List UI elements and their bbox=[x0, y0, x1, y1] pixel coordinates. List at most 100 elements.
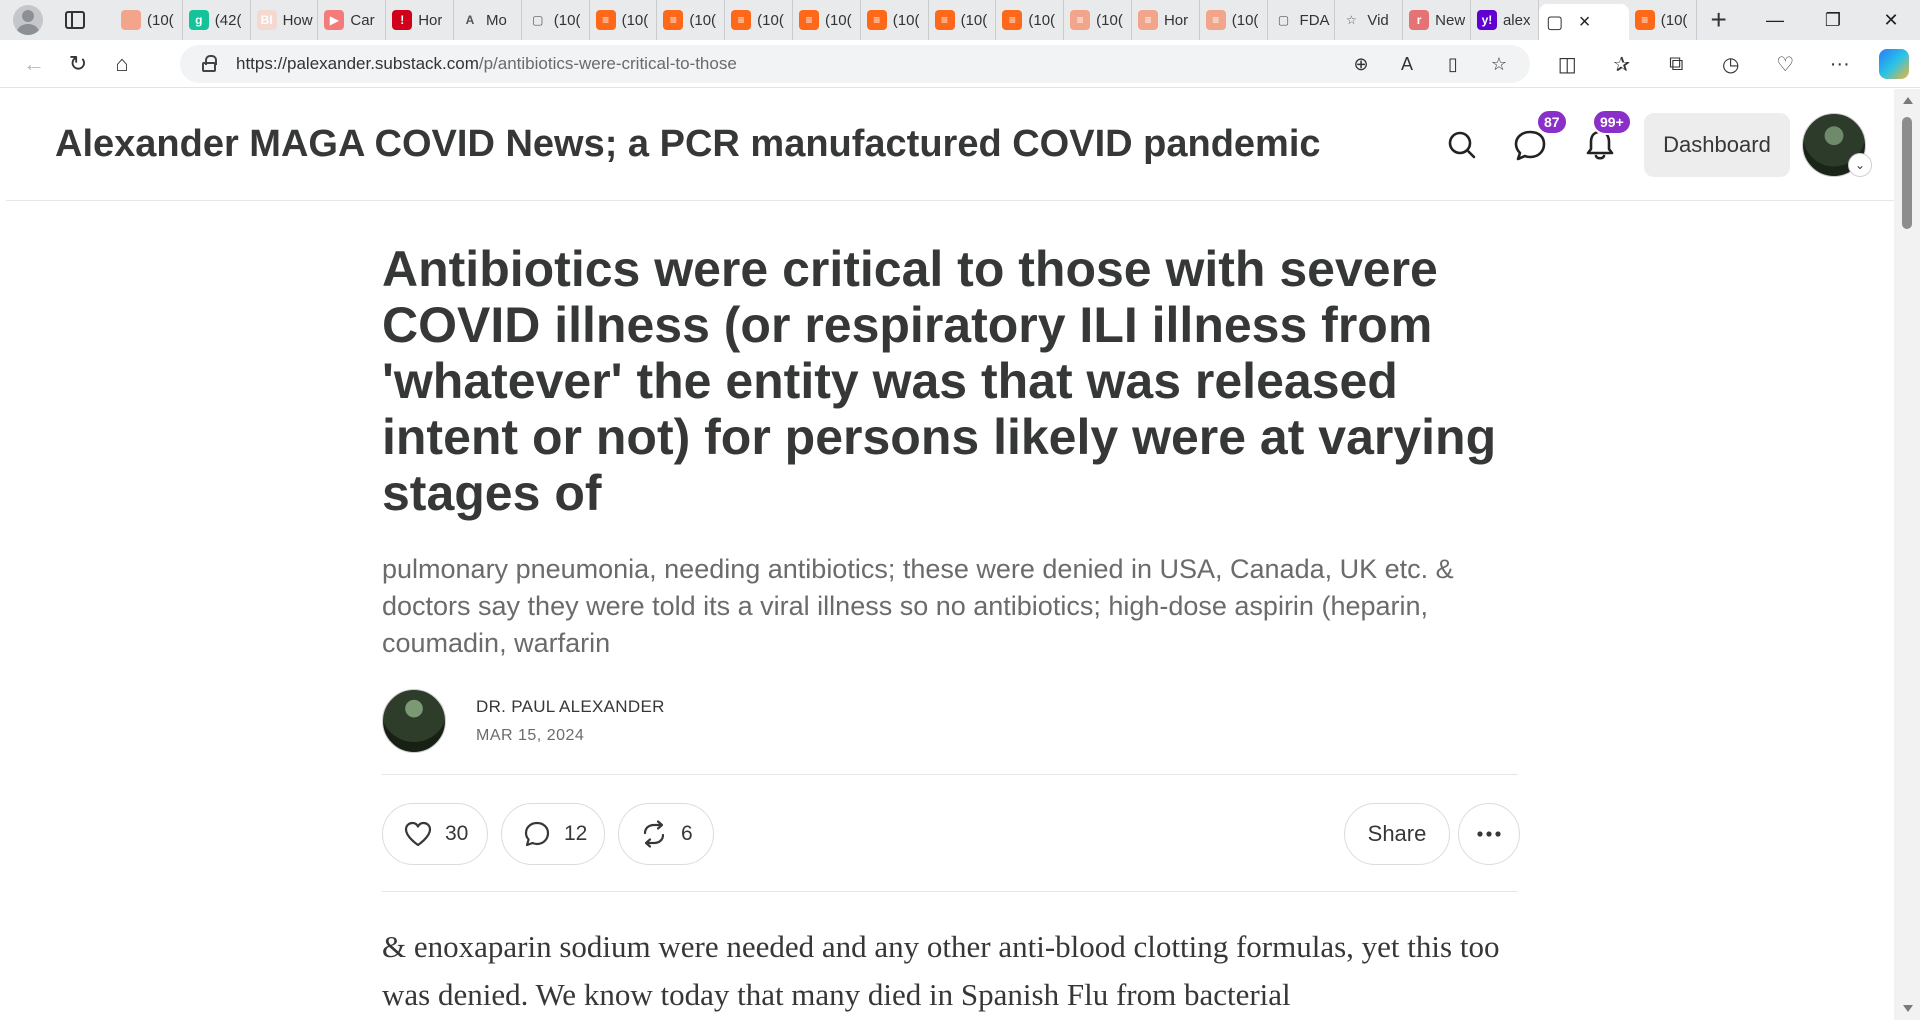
tab-label: FDA bbox=[1299, 11, 1330, 29]
browser-tab[interactable]: (10( bbox=[115, 0, 183, 40]
browser-tab[interactable]: ▢ FDA bbox=[1268, 0, 1336, 40]
tab-label: (10( bbox=[621, 11, 649, 29]
browser-tab[interactable]: ≡ (10( bbox=[861, 0, 929, 40]
comment-button[interactable]: 12 bbox=[501, 803, 605, 865]
tab-favicon-icon: ≡ bbox=[798, 10, 819, 30]
tab-favicon-icon: ≡ bbox=[1137, 10, 1158, 30]
favorite-star-icon[interactable]: ☆ bbox=[1486, 51, 1512, 77]
browser-tab[interactable]: ≡ Hor bbox=[1132, 0, 1200, 40]
browser-tab[interactable]: r New bbox=[1403, 0, 1471, 40]
like-count: 30 bbox=[445, 822, 469, 845]
tab-favicon-icon: ≡ bbox=[731, 10, 752, 30]
browser-tab[interactable]: ≡ (10( bbox=[996, 0, 1065, 40]
tab-favicon-icon bbox=[121, 10, 141, 30]
browser-tab[interactable]: A Mo bbox=[454, 0, 522, 40]
favorites-icon[interactable]: ✰ bbox=[1595, 44, 1650, 84]
url-path: /p/antibiotics-were-critical-to-those bbox=[478, 54, 737, 73]
page-content: Alexander MAGA COVID News; a PCR manufac… bbox=[6, 89, 1894, 1020]
browser-tab[interactable]: y! alex bbox=[1471, 0, 1539, 40]
tab-label: Vid bbox=[1367, 11, 1389, 29]
restore-icon[interactable]: ❐ bbox=[1804, 0, 1862, 40]
tab-favicon-icon: ≡ bbox=[1205, 10, 1226, 30]
url-input[interactable]: https://palexander.substack.com/p/antibi… bbox=[180, 45, 1530, 83]
refresh-icon[interactable]: ↻ bbox=[56, 44, 100, 84]
url-host: https://palexander.substack.com bbox=[236, 54, 479, 73]
tab-label: (10( bbox=[553, 11, 581, 29]
author-name[interactable]: DR. PAUL ALEXANDER bbox=[476, 697, 665, 717]
tab-label: (10( bbox=[892, 11, 920, 29]
share-button[interactable]: Share bbox=[1344, 803, 1450, 865]
browser-tab[interactable]: ≡ (10( bbox=[725, 0, 793, 40]
history-icon[interactable]: ◷ bbox=[1704, 44, 1759, 84]
site-title[interactable]: Alexander MAGA COVID News; a PCR manufac… bbox=[55, 123, 1321, 166]
browser-tab[interactable]: ≡ (10( bbox=[590, 0, 658, 40]
url-text: https://palexander.substack.com/p/antibi… bbox=[236, 54, 737, 74]
address-bar: ← ↻ ⌂ https://palexander.substack.com/p/… bbox=[0, 40, 1920, 88]
home-icon[interactable]: ⌂ bbox=[100, 44, 144, 84]
profile-icon[interactable] bbox=[13, 5, 43, 35]
performance-icon[interactable]: ♡ bbox=[1758, 44, 1813, 84]
tab-label: (42( bbox=[214, 11, 242, 29]
close-tab-icon[interactable]: × bbox=[1579, 11, 1591, 34]
tab-actions-icon[interactable] bbox=[65, 11, 85, 29]
scroll-up-icon[interactable] bbox=[1903, 97, 1913, 104]
browser-tab[interactable]: ≡ (10( bbox=[1064, 0, 1132, 40]
back-icon[interactable]: ← bbox=[12, 44, 56, 84]
tab-favicon-icon: ≡ bbox=[595, 10, 616, 30]
tab-bar: (10(g (42(BI How ▶ Car! Hor A Mo ▢ (10(≡ (10(≡ (10(… bbox=[0, 0, 1920, 40]
tab-strip: (10(g (42(BI How ▶ Car! Hor A Mo ▢ (10(≡ (10(≡ (10(… bbox=[115, 0, 1727, 40]
new-tab-icon[interactable]: + bbox=[1711, 0, 1727, 40]
zoom-icon[interactable]: ⊕ bbox=[1348, 51, 1374, 77]
scrollbar[interactable] bbox=[1894, 89, 1920, 1020]
article-subtitle: pulmonary pneumonia, needing antibiotics… bbox=[382, 554, 1454, 658]
browser-tab[interactable]: g (42( bbox=[183, 0, 251, 40]
browser-tab[interactable]: ≡ (10( bbox=[1629, 0, 1697, 40]
minimize-icon[interactable]: — bbox=[1746, 0, 1804, 40]
copilot-icon[interactable] bbox=[1867, 44, 1920, 84]
tab-favicon-icon: r bbox=[1409, 10, 1430, 30]
tab-label: (10( bbox=[1660, 11, 1688, 29]
tab-label: Hor bbox=[418, 11, 443, 29]
tab-favicon-icon: BI bbox=[256, 10, 277, 30]
tab-label: (10( bbox=[1096, 11, 1123, 29]
tab-favicon-icon: A bbox=[459, 10, 480, 30]
browser-tab[interactable]: ≡ (10( bbox=[1200, 0, 1268, 40]
tab-label: alex bbox=[1502, 11, 1531, 29]
tab-favicon-icon: ≡ bbox=[1634, 10, 1655, 30]
browser-tab[interactable]: ≡ (10( bbox=[793, 0, 861, 40]
window-controls: — ❐ ✕ bbox=[1746, 0, 1920, 40]
author-avatar[interactable] bbox=[382, 689, 446, 753]
immersive-reader-icon[interactable]: ▯ bbox=[1440, 51, 1466, 77]
scrollbar-thumb[interactable] bbox=[1902, 117, 1912, 229]
collections-icon[interactable]: ⧉ bbox=[1649, 44, 1704, 84]
tab-favicon-icon: ≡ bbox=[866, 10, 887, 30]
comment-icon bbox=[524, 821, 550, 847]
like-button[interactable]: 30 bbox=[382, 803, 488, 865]
browser-tab[interactable]: ☆ Vid bbox=[1335, 0, 1404, 40]
browser-tab[interactable]: ! Hor bbox=[386, 0, 454, 40]
browser-tab[interactable]: ▶ Car bbox=[318, 0, 387, 40]
dashboard-button[interactable]: Dashboard bbox=[1644, 113, 1790, 177]
tab-label: (10( bbox=[1231, 11, 1259, 29]
more-menu-icon[interactable]: ··· bbox=[1813, 44, 1868, 84]
chevron-down-icon[interactable]: ⌄ bbox=[1848, 153, 1872, 177]
tab-active[interactable]: ▢ × bbox=[1538, 4, 1629, 40]
lock-icon[interactable] bbox=[202, 55, 217, 72]
restack-button[interactable]: 6 bbox=[618, 803, 714, 865]
browser-tab[interactable]: ▢ (10( bbox=[522, 0, 590, 40]
browser-tab[interactable]: BI How bbox=[251, 0, 319, 40]
scroll-down-icon[interactable] bbox=[1903, 1005, 1913, 1012]
tab-favicon-icon: ▢ bbox=[1546, 11, 1564, 32]
divider bbox=[382, 774, 1518, 775]
read-aloud-icon[interactable]: A bbox=[1394, 51, 1420, 77]
split-screen-icon[interactable]: ◫ bbox=[1540, 44, 1595, 84]
more-options-button[interactable] bbox=[1458, 803, 1520, 865]
browser-tab[interactable]: ≡ (10( bbox=[929, 0, 997, 40]
tab-label: (10( bbox=[1028, 11, 1056, 29]
article-body: & enoxaparin sodium were needed and any … bbox=[382, 929, 1500, 1012]
tab-favicon-icon: ▢ bbox=[1273, 10, 1294, 30]
search-icon[interactable] bbox=[1442, 125, 1482, 165]
browser-tab[interactable]: ≡ (10( bbox=[657, 0, 726, 40]
tab-label: Mo bbox=[485, 11, 507, 29]
close-window-icon[interactable]: ✕ bbox=[1862, 0, 1920, 40]
